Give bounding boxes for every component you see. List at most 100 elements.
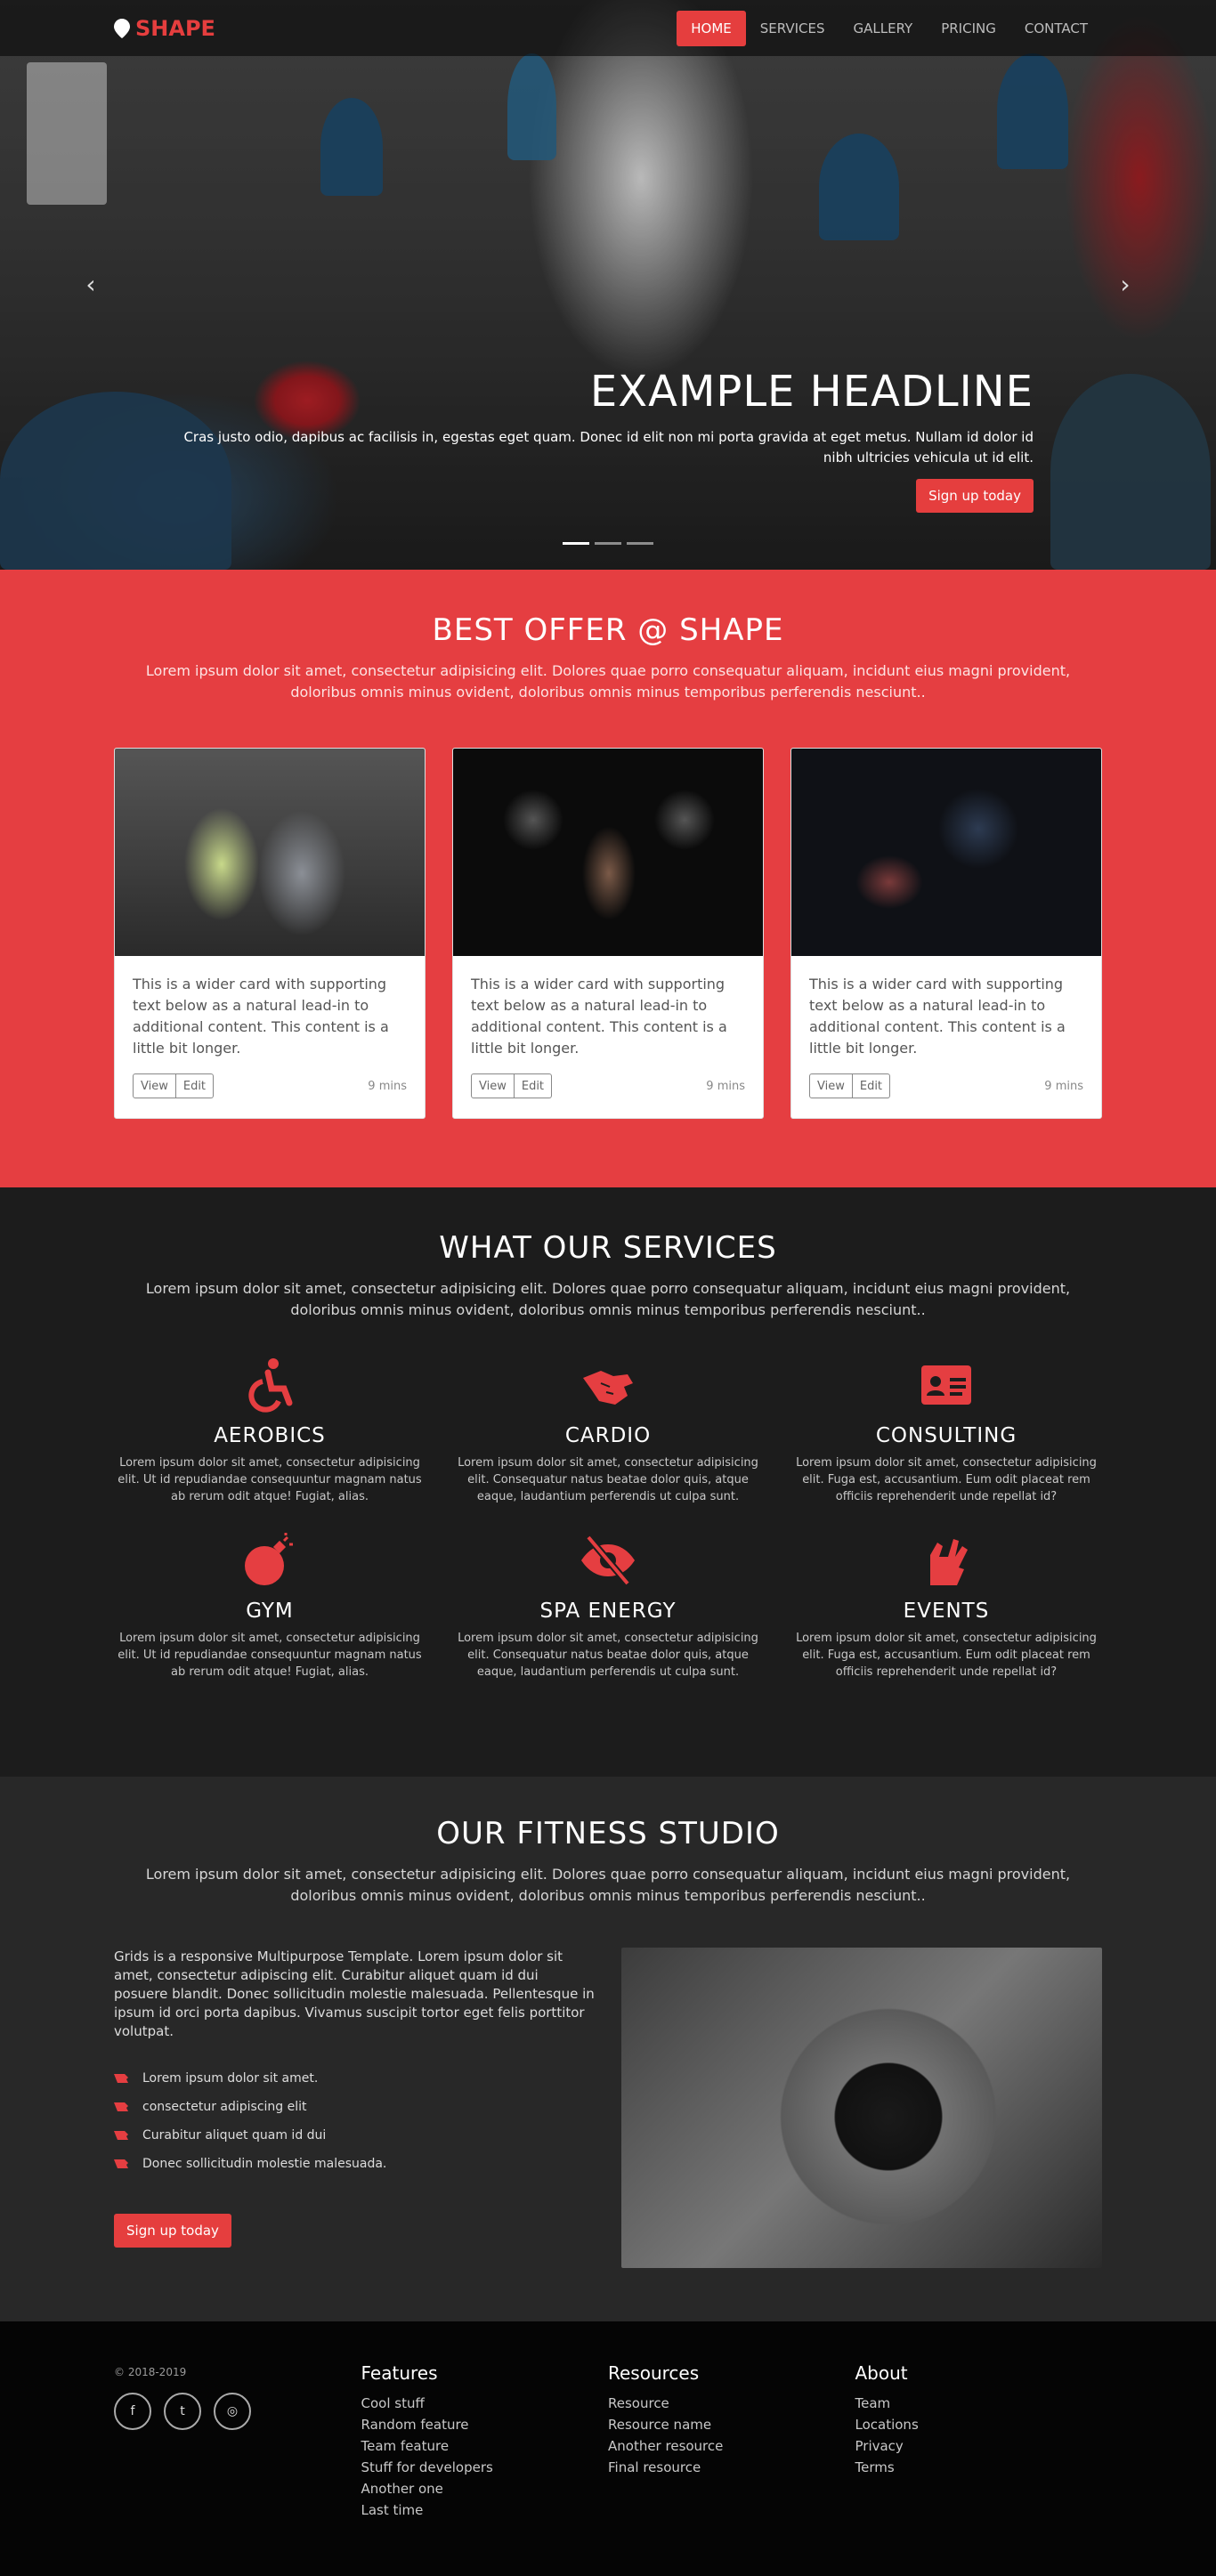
carousel-indicator[interactable] [627, 542, 653, 545]
brand-name: SHAPE [135, 15, 215, 41]
instagram-icon[interactable]: ◎ [214, 2393, 251, 2430]
footer-heading-about: About [855, 2362, 908, 2384]
view-button[interactable]: View [471, 1073, 515, 1098]
weightlifter-photo [453, 749, 763, 956]
facebook-icon[interactable]: f [114, 2393, 151, 2430]
service-name: GYM [246, 1600, 294, 1623]
footer-heading-resources: Resources [608, 2362, 700, 2384]
footer-link[interactable]: Last time [361, 2499, 609, 2521]
feature-item: Donec sollicitudin molestie malesuada. [114, 2150, 595, 2178]
offer-cards: This is a wider card with supporting tex… [114, 748, 1102, 1119]
service-text: Lorem ipsum dolor sit amet, consectetur … [118, 1632, 422, 1679]
copyright: © 2018-2019 [114, 2366, 187, 2378]
view-button[interactable]: View [809, 1073, 853, 1098]
carousel-indicator[interactable] [563, 542, 589, 545]
feature-item: consectetur adipiscing elit [114, 2093, 595, 2121]
offer-section: BEST OFFER @ SHAPE Lorem ipsum dolor sit… [0, 570, 1216, 1187]
studio-lead: Lorem ipsum dolor sit amet, consectetur … [145, 1866, 1071, 1904]
carousel-prev-icon[interactable]: ‹ [82, 271, 100, 298]
nav-pricing[interactable]: PRICING [927, 11, 1010, 46]
twitter-icon[interactable]: t [164, 2393, 201, 2430]
carousel-indicator[interactable] [595, 542, 621, 545]
map-pin-icon [114, 18, 130, 38]
hero-text: Cras justo odio, dapibus ac facilisis in… [183, 429, 1034, 466]
service-name: EVENTS [903, 1600, 990, 1623]
feature-label: Curabitur aliquet quam id dui [142, 2128, 327, 2143]
edit-button[interactable]: Edit [514, 1073, 553, 1098]
trainer-photo [115, 749, 425, 956]
card-time: 9 mins [706, 1079, 745, 1093]
bomb-icon [245, 1533, 293, 1585]
footer-link[interactable]: Privacy [855, 2435, 1103, 2457]
footer-link[interactable]: Terms [855, 2457, 1103, 2478]
footer-link[interactable]: Stuff for developers [361, 2457, 609, 2478]
services-title: WHAT OUR SERVICES [439, 1230, 777, 1266]
nav-contact[interactable]: CONTACT [1010, 11, 1102, 46]
offer-card: This is a wider card with supporting tex… [114, 748, 426, 1119]
feature-label: consectetur adipiscing elit [142, 2100, 307, 2114]
service-text: Lorem ipsum dolor sit amet, consectetur … [796, 1456, 1097, 1503]
card-time: 9 mins [368, 1079, 407, 1093]
service-item: CARDIO Lorem ipsum dolor sit amet, conse… [452, 1357, 764, 1505]
feature-item: Curabitur aliquet quam id dui [114, 2121, 595, 2150]
view-button[interactable]: View [133, 1073, 176, 1098]
studio-title: OUR FITNESS STUDIO [436, 1816, 780, 1851]
studio-signup-button[interactable]: Sign up today [114, 2214, 231, 2248]
feature-label: Donec sollicitudin molestie malesuada. [142, 2157, 387, 2171]
service-name: CONSULTING [875, 1424, 1017, 1447]
footer-link[interactable]: Team feature [361, 2435, 609, 2457]
brand-logo[interactable]: SHAPE [114, 16, 215, 41]
nav-gallery[interactable]: GALLERY [839, 11, 928, 46]
hero-signup-button[interactable]: Sign up today [916, 479, 1034, 513]
site-footer: © 2018-2019 f t ◎ Features Cool stuff Ra… [0, 2321, 1216, 2576]
footer-link[interactable]: Locations [855, 2414, 1103, 2435]
carousel-next-icon[interactable]: › [1116, 271, 1134, 298]
studio-text: Grids is a responsive Multipurpose Templ… [114, 1948, 595, 2039]
footer-link[interactable]: Final resource [608, 2457, 855, 2478]
services-lead: Lorem ipsum dolor sit amet, consectetur … [145, 1280, 1071, 1318]
footer-link[interactable]: Team [855, 2393, 1103, 2414]
edit-button[interactable]: Edit [852, 1073, 891, 1098]
services-grid: AEROBICS Lorem ipsum dolor sit amet, con… [114, 1357, 1102, 1681]
footer-link[interactable]: Cool stuff [361, 2393, 609, 2414]
footer-link[interactable]: Resource name [608, 2414, 855, 2435]
social-links: f t ◎ [114, 2393, 361, 2430]
card-time: 9 mins [1044, 1079, 1083, 1093]
service-name: CARDIO [564, 1424, 652, 1447]
carousel-indicators [563, 542, 653, 545]
card-text: This is a wider card with supporting tex… [809, 976, 1066, 1057]
nav-menu: HOME SERVICES GALLERY PRICING CONTACT [677, 10, 1102, 46]
nav-services[interactable]: SERVICES [746, 11, 839, 46]
nav-home[interactable]: HOME [677, 10, 746, 46]
hero-headline: EXAMPLE HEADLINE [589, 367, 1034, 417]
legpress-photo [791, 749, 1101, 956]
service-text: Lorem ipsum dolor sit amet, consectetur … [118, 1456, 422, 1503]
footer-link[interactable]: Another one [361, 2478, 609, 2499]
feature-label: Lorem ipsum dolor sit amet. [142, 2071, 319, 2086]
edit-button[interactable]: Edit [175, 1073, 215, 1098]
footer-link[interactable]: Random feature [361, 2414, 609, 2435]
footer-link[interactable]: Resource [608, 2393, 855, 2414]
wheelchair-icon [248, 1358, 293, 1413]
footer-link[interactable]: Another resource [608, 2435, 855, 2457]
service-item: GYM Lorem ipsum dolor sit amet, consecte… [114, 1532, 426, 1681]
id-card-icon [921, 1365, 971, 1405]
sign-language-icon [114, 2074, 128, 2083]
offer-card: This is a wider card with supporting tex… [452, 748, 764, 1119]
hands-icon [930, 1539, 968, 1585]
service-item: SPA ENERGY Lorem ipsum dolor sit amet, c… [452, 1532, 764, 1681]
studio-section: OUR FITNESS STUDIO Lorem ipsum dolor sit… [0, 1777, 1216, 2321]
feature-item: Lorem ipsum dolor sit amet. [114, 2064, 595, 2093]
footer-heading-features: Features [361, 2362, 438, 2384]
sign-language-icon [114, 2102, 128, 2111]
offer-card: This is a wider card with supporting tex… [790, 748, 1102, 1119]
service-name: SPA ENERGY [539, 1600, 677, 1623]
eye-slash-icon [581, 1535, 635, 1586]
card-text: This is a wider card with supporting tex… [133, 976, 389, 1057]
sign-language-icon [114, 2131, 128, 2140]
services-section: WHAT OUR SERVICES Lorem ipsum dolor sit … [0, 1187, 1216, 1777]
offer-lead: Lorem ipsum dolor sit amet, consectetur … [145, 662, 1071, 701]
top-navbar: SHAPE HOME SERVICES GALLERY PRICING CONT… [0, 0, 1216, 56]
hero-caption: EXAMPLE HEADLINE Cras justo odio, dapibu… [179, 367, 1034, 513]
service-name: AEROBICS [214, 1424, 326, 1447]
